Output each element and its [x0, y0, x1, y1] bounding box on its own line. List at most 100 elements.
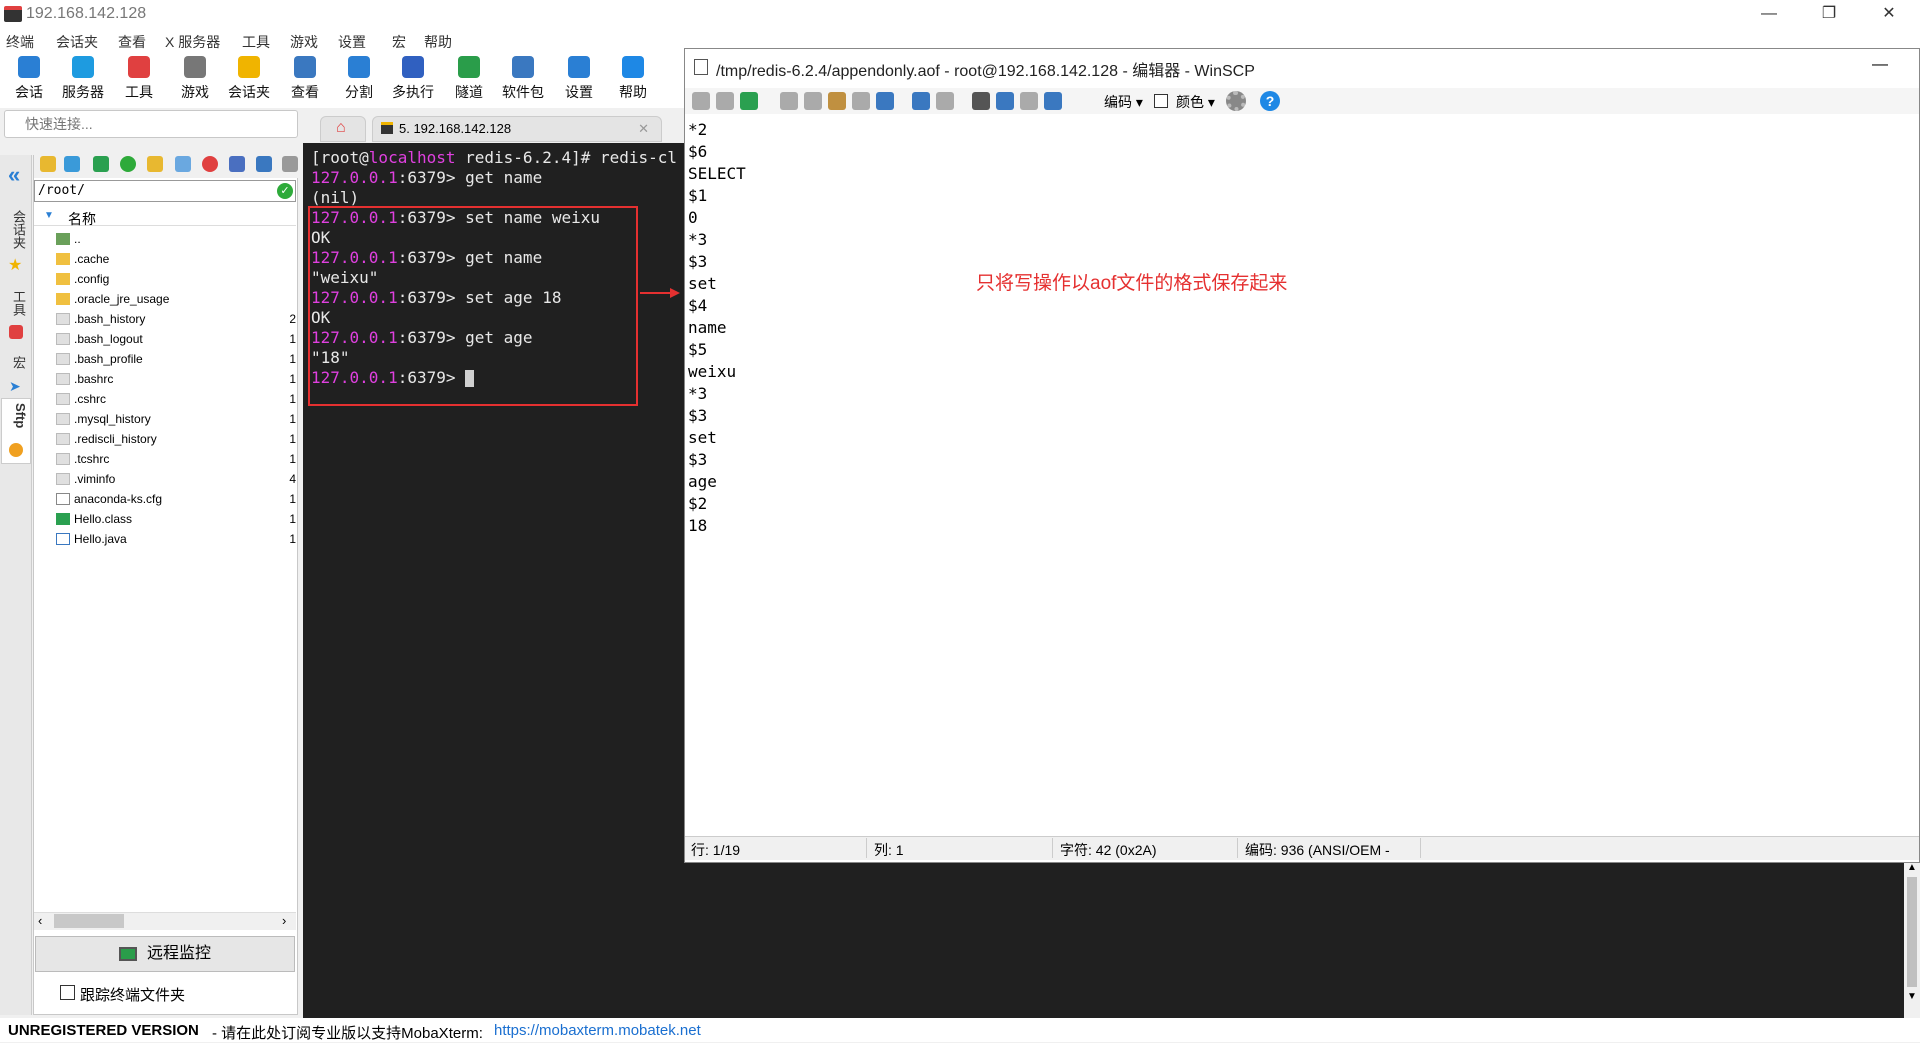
cut-icon[interactable] — [804, 92, 822, 110]
goto-line-icon[interactable] — [1044, 92, 1062, 110]
promo-link[interactable]: https://mobaxterm.mobatek.net — [494, 1022, 701, 1039]
menu-item[interactable]: X 服务器 — [165, 32, 220, 52]
follow-terminal-label[interactable]: 跟踪终端文件夹 — [80, 984, 185, 1005]
scroll-down-icon[interactable]: ▼ — [1904, 991, 1920, 1002]
file-row[interactable]: .bash_logout 1 — [56, 330, 296, 350]
app-icon — [4, 6, 22, 22]
copy-icon[interactable] — [780, 92, 798, 110]
path-confirm-icon[interactable]: ✓ — [277, 183, 293, 199]
file-row[interactable]: Hello.java 1 — [56, 530, 296, 550]
menu-item[interactable]: 会话夹 — [56, 32, 98, 52]
replace-icon[interactable] — [996, 92, 1014, 110]
toolbar-button[interactable]: 会话 — [4, 56, 54, 102]
toolbar-button[interactable]: 查看 — [280, 56, 330, 102]
toolbar-button[interactable]: 软件包 — [498, 56, 548, 102]
toolbar-button[interactable]: 会话夹 — [224, 56, 274, 102]
menu-item[interactable]: 宏 — [392, 32, 406, 52]
rename-icon[interactable] — [229, 156, 245, 172]
color-menu[interactable]: 颜色 ▾ — [1176, 92, 1215, 112]
select-all-icon[interactable] — [876, 92, 894, 110]
side-tab-sessions[interactable]: 会话夹 — [4, 210, 28, 249]
side-tab-macros[interactable]: 宏 — [4, 356, 28, 369]
toolbar-button[interactable]: 分割 — [334, 56, 384, 102]
new-folder-icon[interactable] — [147, 156, 163, 172]
editor-help-icon[interactable]: ? — [1260, 91, 1280, 111]
close-button[interactable]: ✕ — [1866, 0, 1912, 30]
menu-item[interactable]: 查看 — [118, 32, 146, 52]
collapse-icon[interactable]: « — [8, 162, 20, 188]
toolbar-button[interactable]: 游戏 — [170, 56, 220, 102]
save-icon[interactable] — [692, 92, 710, 110]
paste-icon[interactable] — [828, 92, 846, 110]
toolbar-button[interactable]: 工具 — [114, 56, 164, 102]
prompt-user: [root@ — [311, 148, 369, 167]
home-tab[interactable]: ⌂ — [320, 116, 366, 142]
toolbar-button[interactable]: 隧道 — [444, 56, 494, 102]
delete-icon[interactable] — [852, 92, 870, 110]
menu-item[interactable]: 帮助 — [424, 32, 452, 52]
upload-icon[interactable] — [93, 156, 109, 172]
file-row[interactable]: .cshrc 1 — [56, 390, 296, 410]
scroll-left-icon[interactable]: ‹ — [38, 913, 42, 928]
file-row[interactable]: .cache — [56, 250, 296, 270]
view-icon — [294, 56, 316, 78]
refresh-icon[interactable] — [120, 156, 136, 172]
find-icon[interactable] — [972, 92, 990, 110]
download-icon[interactable] — [64, 156, 80, 172]
save-all-icon[interactable] — [716, 92, 734, 110]
redo-icon[interactable] — [936, 92, 954, 110]
terminal-vertical-scrollbar[interactable]: ▲ ▼ — [1904, 862, 1920, 1018]
parent-folder-icon[interactable] — [40, 156, 56, 172]
toolbar-button[interactable]: 多执行 — [388, 56, 438, 102]
menu-item[interactable]: 工具 — [242, 32, 270, 52]
encoding-menu[interactable]: 编码 ▾ — [1104, 92, 1143, 112]
file-row[interactable]: .rediscli_history 1 — [56, 430, 296, 450]
file-row[interactable]: .bash_profile 1 — [56, 350, 296, 370]
file-row[interactable]: .config — [56, 270, 296, 290]
quick-connect-input[interactable] — [4, 110, 298, 138]
file-row[interactable]: Hello.class 1 — [56, 510, 296, 530]
permissions-icon[interactable] — [256, 156, 272, 172]
editor-settings-icon[interactable] — [1226, 91, 1246, 111]
menu-item[interactable]: 游戏 — [290, 32, 318, 52]
menu-item[interactable]: 设置 — [338, 32, 366, 52]
side-tab-sftp[interactable]: Sftp — [4, 403, 28, 428]
editor-minimize-button[interactable]: — — [1872, 56, 1888, 74]
redis-host: 127.0.0.1 — [311, 168, 398, 187]
undo-icon[interactable] — [912, 92, 930, 110]
file-row[interactable]: .viminfo 4 — [56, 470, 296, 490]
name-column-header[interactable]: 名称 — [68, 209, 96, 229]
side-tab-tools[interactable]: 工具 — [4, 290, 28, 316]
close-tab-icon[interactable]: ✕ — [638, 117, 649, 141]
file-row[interactable]: .oracle_jre_usage — [56, 290, 296, 310]
delete-icon[interactable] — [202, 156, 218, 172]
scroll-up-icon[interactable]: ▲ — [1904, 862, 1920, 873]
file-icon — [56, 473, 70, 485]
file-row[interactable]: .. — [56, 230, 296, 250]
toolbar-button[interactable]: 服务器 — [58, 56, 108, 102]
menu-item[interactable]: 终端 — [6, 32, 34, 52]
more-tools-icon[interactable] — [282, 156, 298, 172]
file-row[interactable]: .tcshrc 1 — [56, 450, 296, 470]
toolbar-button[interactable]: 帮助 — [608, 56, 658, 102]
scroll-thumb-v[interactable] — [1907, 877, 1917, 987]
scroll-right-icon[interactable]: › — [282, 913, 286, 928]
scroll-thumb[interactable] — [54, 914, 124, 928]
minimize-button[interactable]: — — [1746, 0, 1792, 30]
file-row[interactable]: anaconda-ks.cfg 1 — [56, 490, 296, 510]
color-checkbox[interactable] — [1154, 94, 1168, 108]
terminal-tab[interactable]: 5. 192.168.142.128 ✕ — [372, 116, 662, 142]
terminal-bottom-area[interactable] — [685, 862, 1905, 1018]
file-row[interactable]: .bashrc 1 — [56, 370, 296, 390]
find-next-icon[interactable] — [1020, 92, 1038, 110]
reload-icon[interactable] — [740, 92, 758, 110]
toolbar-button[interactable]: 设置 — [554, 56, 604, 102]
file-row[interactable]: .bash_history 2 — [56, 310, 296, 330]
file-name: anaconda-ks.cfg — [74, 492, 163, 506]
new-file-icon[interactable] — [175, 156, 191, 172]
file-row[interactable]: .mysql_history 1 — [56, 410, 296, 430]
restore-button[interactable]: ❐ — [1806, 0, 1852, 30]
follow-terminal-checkbox[interactable] — [60, 985, 75, 1000]
sftp-path-input[interactable]: /root/ — [34, 180, 296, 202]
remote-monitor-button[interactable]: 远程监控 — [35, 936, 295, 972]
